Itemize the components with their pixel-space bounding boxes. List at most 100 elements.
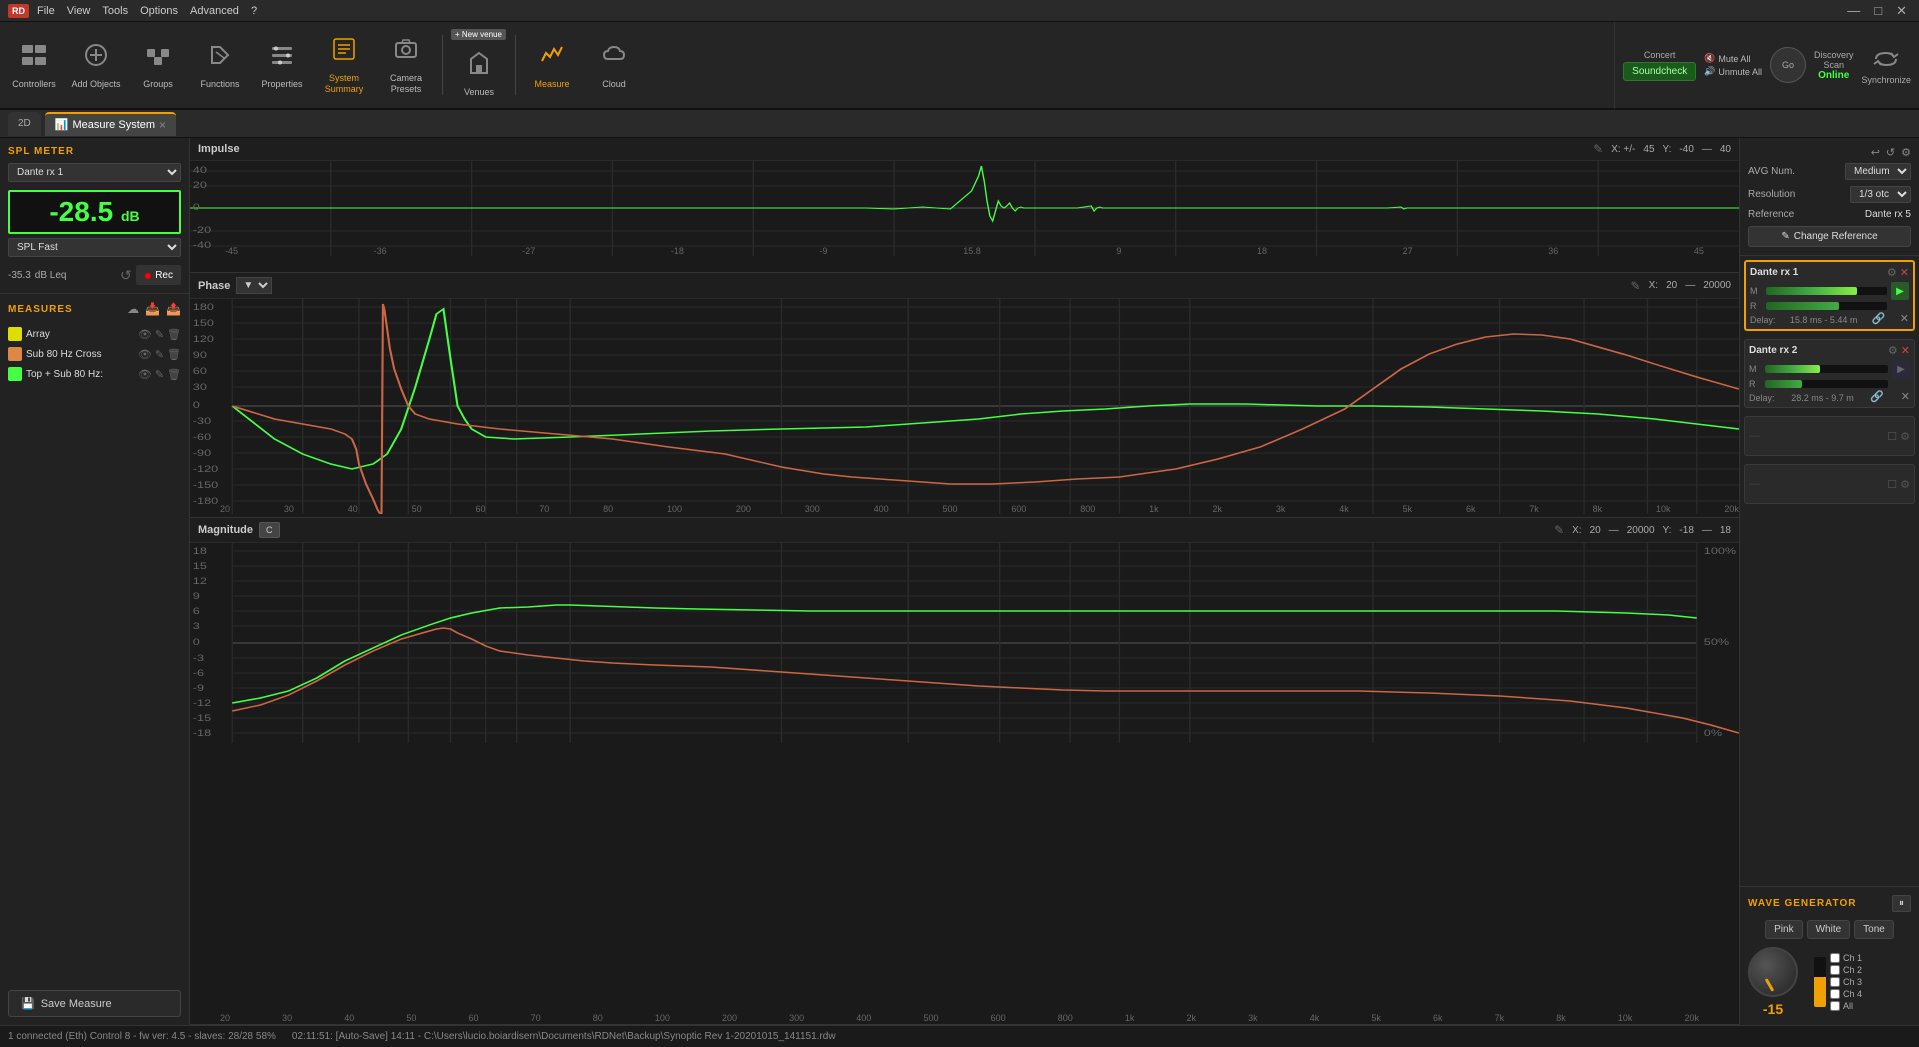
measure-delete-array[interactable]: 🗑: [167, 328, 181, 341]
wave-channel-checkboxes: Ch 1 Ch 2 Ch 3 Ch 4: [1830, 953, 1862, 1011]
spl-source-select[interactable]: Dante rx 1: [8, 163, 181, 182]
soundcheck-btn[interactable]: Soundcheck: [1623, 62, 1696, 81]
spl-history-btn[interactable]: ↺: [120, 267, 132, 284]
measure-btn[interactable]: Measure: [522, 25, 582, 105]
measure-edit-array[interactable]: ✎: [155, 328, 164, 341]
magnitude-chart: Magnitude C ✎ X: 20 — 20000 Y: -18 — 18: [190, 518, 1739, 1025]
phase-edit-icon[interactable]: ✎: [1631, 279, 1641, 293]
channel-1-play-btn[interactable]: ▶: [1891, 282, 1909, 300]
spl-meter-section: SPL METER Dante rx 1 -28.5 dB SPL Fast -…: [0, 138, 189, 294]
measure-eye-sub[interactable]: 👁: [138, 348, 152, 361]
measures-upload-icon[interactable]: ☁: [127, 302, 139, 316]
save-measure-btn[interactable]: 💾 Save Measure: [8, 990, 181, 1017]
properties-label: Properties: [261, 79, 302, 90]
impulse-edit-icon[interactable]: ✎: [1593, 142, 1603, 156]
measures-export-icon[interactable]: 📤: [166, 302, 181, 316]
channel-2-play-btn[interactable]: ▶: [1892, 360, 1910, 378]
minimize-btn[interactable]: —: [1843, 3, 1864, 19]
wave-ch4-checkbox[interactable]: [1830, 989, 1840, 999]
channel-slot-4-check-icon[interactable]: ☐: [1887, 478, 1897, 491]
channel-slot-4-settings-icon[interactable]: ⚙: [1900, 478, 1910, 491]
add-objects-label: Add Objects: [71, 79, 120, 90]
tab-2d[interactable]: 2D: [8, 112, 41, 136]
channel-1-settings-icon[interactable]: ⚙: [1887, 266, 1897, 279]
measure-delete-sub[interactable]: 🗑: [167, 348, 181, 361]
menu-file[interactable]: File: [37, 5, 55, 17]
wave-pause-btn[interactable]: ⏸: [1892, 895, 1911, 912]
channel-slot-3-check-icon[interactable]: ☐: [1887, 430, 1897, 443]
reference-label: Reference: [1748, 209, 1794, 220]
add-objects-btn[interactable]: Add Objects: [66, 25, 126, 105]
channel-slot-3-settings-icon[interactable]: ⚙: [1900, 430, 1910, 443]
measure-delete-top-sub[interactable]: 🗑: [167, 368, 181, 381]
venues-btn[interactable]: + New venue Venues: [449, 25, 509, 105]
rec-btn[interactable]: ● Rec: [136, 265, 181, 285]
right-settings-icon[interactable]: ⚙: [1901, 146, 1911, 159]
channel-1-delay-row: Delay: 15.8 ms - 5.44 m 🔗 ✕: [1750, 312, 1909, 325]
measure-edit-sub[interactable]: ✎: [155, 348, 164, 361]
close-btn[interactable]: ✕: [1892, 3, 1911, 19]
camera-presets-label: Camera Presets: [380, 73, 432, 95]
menu-advanced[interactable]: Advanced: [190, 5, 239, 17]
wave-volume-knob[interactable]: [1748, 947, 1798, 997]
tab-close-btn[interactable]: ×: [159, 118, 166, 132]
controllers-btn[interactable]: Controllers: [4, 25, 64, 105]
wave-ch1-checkbox[interactable]: [1830, 953, 1840, 963]
status-info: 02:11:51: [Auto-Save] 14:11 - C:\Users\l…: [292, 1031, 836, 1042]
mute-all-btn[interactable]: 🔇 Mute All: [1704, 53, 1762, 64]
wave-ch4-check: Ch 4: [1830, 989, 1862, 999]
channel-2-settings-icon[interactable]: ⚙: [1888, 344, 1898, 357]
channel-1-link-icon[interactable]: 🔗: [1872, 312, 1886, 325]
magnitude-y-separator: —: [1702, 525, 1712, 536]
channel-2-close2-icon[interactable]: ✕: [1901, 390, 1910, 403]
measures-import-icon[interactable]: 📥: [145, 302, 160, 316]
magnitude-edit-icon[interactable]: ✎: [1554, 523, 1564, 537]
right-refresh-icon[interactable]: ↺: [1886, 146, 1895, 159]
wave-all-checkbox[interactable]: [1830, 1001, 1840, 1011]
svg-text:-12: -12: [193, 699, 211, 709]
measure-label: Measure: [534, 79, 569, 90]
mag-x-70: 70: [531, 1013, 541, 1023]
wave-white-btn[interactable]: White: [1807, 920, 1851, 939]
functions-btn[interactable]: Functions: [190, 25, 250, 105]
wave-tone-btn[interactable]: Tone: [1854, 920, 1894, 939]
menu-help[interactable]: ?: [251, 5, 257, 17]
charts-area: Impulse ✎ X: +/- 45 Y: -40 — 40: [190, 138, 1739, 1025]
app-logo: RD: [8, 4, 29, 18]
wave-pink-btn[interactable]: Pink: [1765, 920, 1802, 939]
impulse-canvas: 40 20 0 -20 -40 -45 -36 -27 -18 -9 15.8 …: [190, 161, 1739, 256]
phase-x-300: 300: [805, 504, 820, 514]
unmute-all-btn[interactable]: 🔊 Unmute All: [1704, 66, 1762, 77]
channel-1-close-icon[interactable]: ✕: [1900, 266, 1909, 279]
channel-2-link-icon[interactable]: 🔗: [1870, 390, 1884, 403]
go-btn[interactable]: Go: [1770, 47, 1806, 83]
phase-select[interactable]: ▼: [236, 277, 272, 294]
resolution-select[interactable]: 1/3 otc: [1850, 186, 1911, 203]
spl-mode-select[interactable]: SPL Fast: [8, 238, 181, 257]
wave-ch3-checkbox[interactable]: [1830, 977, 1840, 987]
measures-header: MEASURES ☁ 📥 📤: [8, 302, 181, 316]
wave-volume-bar: [1814, 957, 1826, 1007]
channel-1-close2-icon[interactable]: ✕: [1900, 312, 1909, 325]
wave-ch2-checkbox[interactable]: [1830, 965, 1840, 975]
menu-options[interactable]: Options: [140, 5, 178, 17]
tab-measure-system[interactable]: 📊 Measure System ×: [45, 112, 176, 136]
system-summary-btn[interactable]: System Summary: [314, 25, 374, 105]
change-reference-btn[interactable]: ✎ Change Reference: [1748, 226, 1911, 247]
menu-tools[interactable]: Tools: [102, 5, 128, 17]
measure-edit-top-sub[interactable]: ✎: [155, 368, 164, 381]
magnitude-x-to: 20000: [1627, 525, 1655, 536]
tab-measure-label: Measure System: [73, 119, 156, 131]
magnitude-c-btn[interactable]: C: [259, 522, 280, 538]
cloud-btn[interactable]: Cloud: [584, 25, 644, 105]
measure-eye-top-sub[interactable]: 👁: [138, 368, 152, 381]
measure-eye-array[interactable]: 👁: [138, 328, 152, 341]
channel-2-close-icon[interactable]: ✕: [1901, 344, 1910, 357]
camera-presets-btn[interactable]: Camera Presets: [376, 25, 436, 105]
groups-btn[interactable]: Groups: [128, 25, 188, 105]
menu-view[interactable]: View: [67, 5, 91, 17]
properties-btn[interactable]: Properties: [252, 25, 312, 105]
right-arrow-icon[interactable]: ↩: [1871, 146, 1880, 159]
maximize-btn[interactable]: □: [1870, 3, 1886, 19]
avg-select[interactable]: Medium: [1845, 163, 1911, 180]
